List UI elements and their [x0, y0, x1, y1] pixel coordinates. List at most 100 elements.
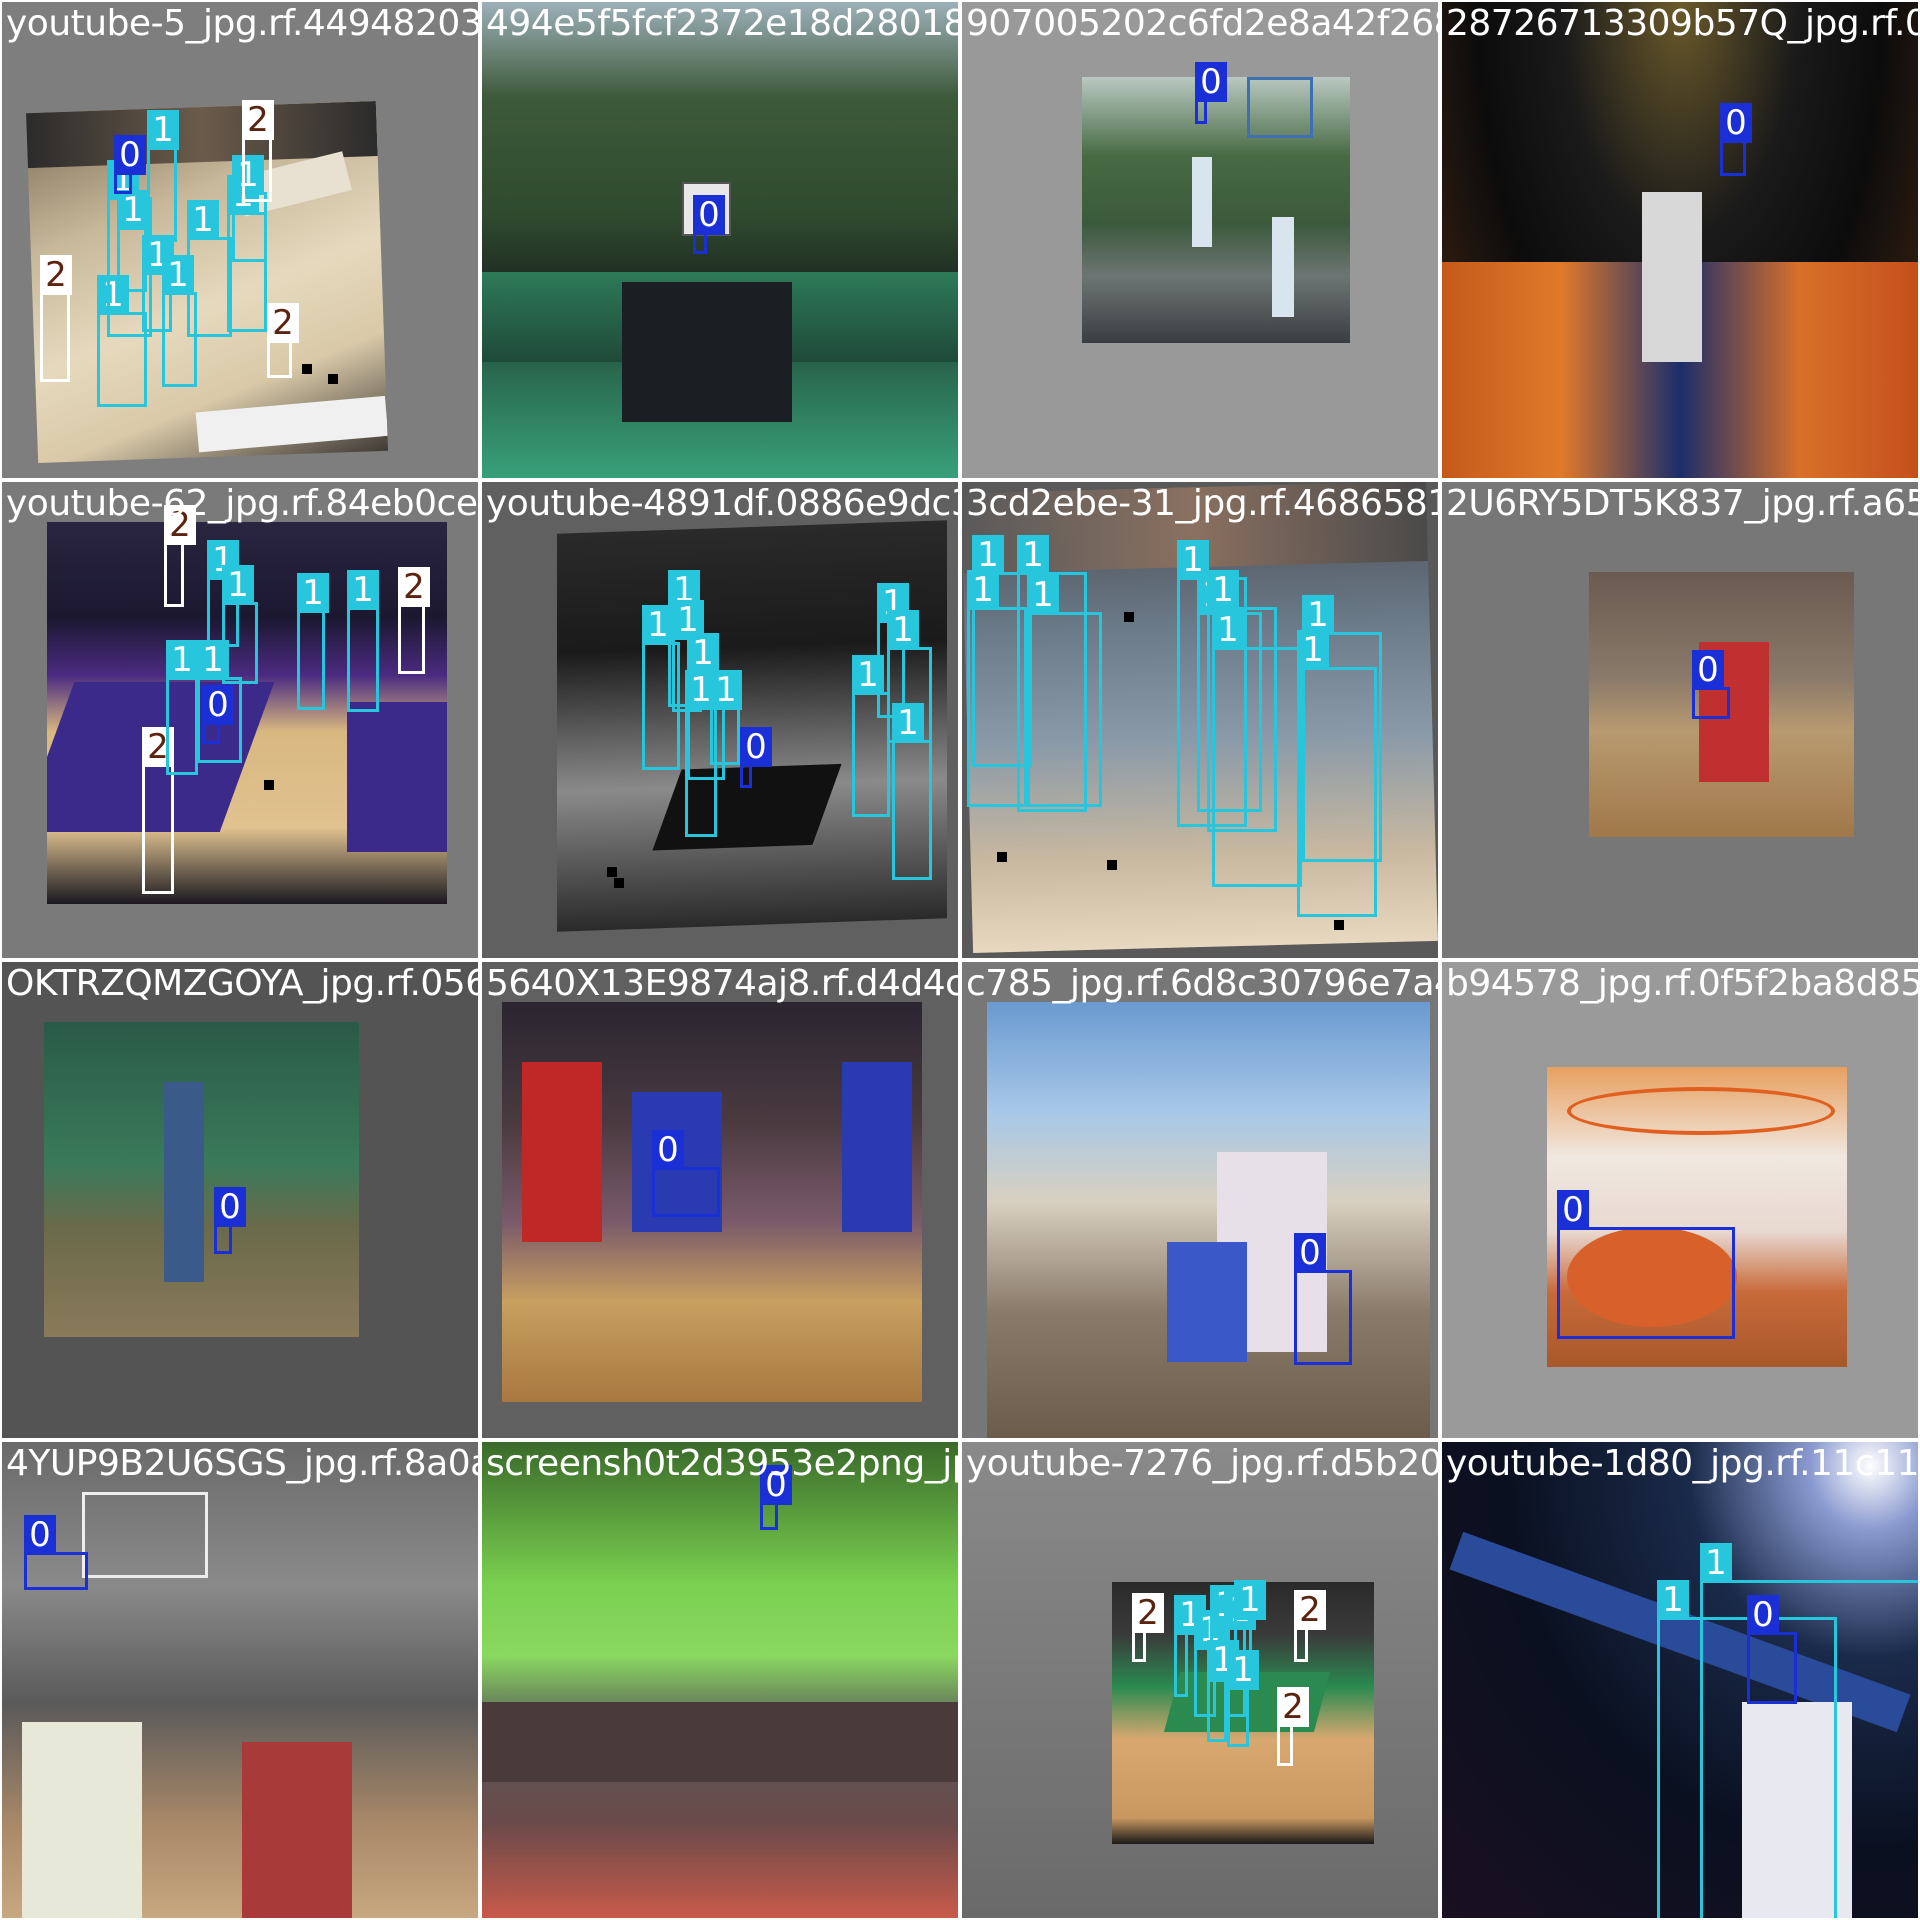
tile-photo — [44, 1022, 359, 1337]
detection-box-player: 1 — [147, 110, 179, 242]
class-label: 1 — [117, 190, 149, 230]
detection-box-ball: 0 — [1294, 1233, 1352, 1365]
tile-12: b94578_jpg.rf.0f5f2ba8d855eb 0 — [1440, 960, 1920, 1440]
detection-box-player: 1 — [162, 255, 197, 387]
detection-box-ball: 0 — [760, 1465, 792, 1530]
class-label: 2 — [242, 100, 274, 140]
class-label: 0 — [1692, 650, 1724, 690]
tile-filename: 4YUP9B2U6SGS_jpg.rf.8a0ascreensh0t2d3953… — [6, 1443, 480, 1484]
tile-4: 28726713309b57Q_jpg.rf.035 0 — [1440, 0, 1920, 480]
detection-box-ball: 0 — [214, 1187, 246, 1254]
class-label: 0 — [1294, 1233, 1326, 1273]
detection-box-player: 1 — [297, 573, 329, 710]
class-label: 1 — [1234, 1580, 1266, 1620]
tile-14: screensh0t2d3953e2png_jpg.rf.7604b5e7276… — [480, 1440, 960, 1920]
detection-box-player: 1 — [1212, 610, 1302, 887]
detection-box-player: 1 — [852, 655, 890, 817]
tile-filename: screensh0t2d3953e2png_jpg.rf.7604b5e7276… — [486, 1443, 958, 1484]
detection-box-ball: 0 — [1692, 650, 1730, 719]
class-label: 1 — [892, 703, 924, 743]
tile-8: 2U6RY5DT5K837_jpg.rf.a657 0 — [1440, 480, 1920, 960]
tile-filename: youtube-62_jpg.rf.84eb0ceeeyoutube-4891d… — [6, 483, 478, 524]
detection-box-player: 1 — [892, 703, 932, 880]
detection-box-ball: 0 — [202, 685, 234, 744]
detection-box-player: 1 — [232, 155, 267, 262]
detection-box-player: 1 — [1027, 575, 1102, 807]
detection-box-ball: 0 — [1720, 103, 1752, 176]
tile-photo — [987, 1002, 1430, 1438]
detection-box-referee: 2 — [242, 100, 274, 202]
detection-box-player: 1 — [1297, 630, 1377, 917]
tile-filename: 907005202c6fd2e8a42f2685cd8726713309b57Q — [966, 3, 1438, 44]
class-label: 1 — [887, 610, 919, 650]
detection-box-ball: 0 — [652, 1130, 720, 1217]
tile-10: 5640X13E9874aj8.rf.d4d4c785_jpg.rf.6d8c3… — [480, 960, 960, 1440]
detection-box-referee: 2 — [1277, 1687, 1309, 1766]
detection-box-ball: 0 — [24, 1515, 88, 1590]
tile-photo — [1082, 77, 1350, 343]
tile-filename: c785_jpg.rf.6d8c30796e7a4774b94578_jpg.r… — [966, 963, 1438, 1004]
detection-box-referee: 2 — [1132, 1593, 1164, 1662]
class-label: 0 — [1747, 1595, 1779, 1635]
detection-box-referee: 2 — [40, 255, 72, 382]
class-label: 1 — [1017, 535, 1049, 575]
detection-box-ball: 0 — [740, 727, 772, 788]
detection-box-referee: 2 — [398, 567, 430, 674]
tile-6: youtube-4891df.0886e9dc3cd2ebe-31_jpg.rf… — [480, 480, 960, 960]
tile-11: c785_jpg.rf.6d8c30796e7a4774b94578_jpg.r… — [960, 960, 1440, 1440]
detection-box-referee: 2 — [267, 303, 299, 378]
class-label: 1 — [1227, 1650, 1259, 1690]
detection-box-player: 1 — [1700, 1543, 1918, 1918]
tile-filename: youtube-1d80_jpg.rf.11c113b — [1446, 1443, 1920, 1484]
detection-box-referee: 2 — [1294, 1590, 1326, 1662]
detection-box-player: 1 — [347, 570, 379, 712]
class-label: 1 — [347, 570, 379, 610]
tile-filename: 3cd2ebe-31_jpg.rf.4686581a2U6RY5DT5K837 — [966, 483, 1438, 524]
detection-box-ball: 0 — [1747, 1595, 1797, 1704]
class-label: 1 — [1297, 630, 1329, 670]
class-label: 0 — [1557, 1190, 1589, 1230]
class-label: 2 — [267, 303, 299, 343]
tile-9: OKTRZQMZGOYA_jpg.rf.0565640X13E9874aj8.r… — [0, 960, 480, 1440]
class-label: 1 — [967, 570, 999, 610]
class-label: 1 — [687, 633, 719, 673]
class-label: 0 — [1720, 103, 1752, 143]
class-label: 1 — [1657, 1580, 1689, 1620]
class-label: 1 — [1700, 1543, 1732, 1583]
tile-filename: 2U6RY5DT5K837_jpg.rf.a657 — [1446, 483, 1920, 524]
detection-box-ball: 0 — [114, 135, 146, 194]
tile-filename: youtube-4891df.0886e9dc3cd2ebe-31_jpg.rf… — [486, 483, 960, 524]
tile-filename: 494e5f5fcf2372e18d280184907005202c6fd2e8… — [486, 3, 960, 44]
class-label: 1 — [297, 573, 329, 613]
class-label: 1 — [1027, 575, 1059, 615]
tile-filename: 28726713309b57Q_jpg.rf.035 — [1446, 3, 1920, 44]
detection-box-referee: 2 — [164, 505, 196, 607]
detection-box-ball: 0 — [1557, 1190, 1735, 1339]
class-label: 0 — [1195, 62, 1227, 102]
tile-photo — [482, 1442, 958, 1918]
detection-box-ball: 0 — [1195, 62, 1227, 124]
class-label: 1 — [222, 565, 254, 605]
class-label: 1 — [852, 655, 884, 695]
class-label: 0 — [214, 1187, 246, 1227]
class-label: 0 — [652, 1130, 684, 1170]
tile-7: 3cd2ebe-31_jpg.rf.4686581a2U6RY5DT5K837 … — [960, 480, 1440, 960]
class-label: 0 — [202, 685, 234, 725]
tile-1: youtube-5_jpg.rf.44948203bd494e5f5fcf237… — [0, 0, 480, 480]
class-label: 0 — [740, 727, 772, 767]
class-label: 2 — [1277, 1687, 1309, 1727]
detection-box-ball: 0 — [693, 195, 725, 254]
class-label: 0 — [24, 1515, 56, 1555]
tile-2: 494e5f5fcf2372e18d280184907005202c6fd2e8… — [480, 0, 960, 480]
tile-filename: OKTRZQMZGOYA_jpg.rf.0565640X13E9874aj8.r… — [6, 963, 480, 1004]
class-label: 1 — [197, 640, 229, 680]
tile-filename: youtube-7276_jpg.rf.d5b20ebyoutube-1d80_… — [966, 1443, 1440, 1484]
tile-photo — [2, 1442, 478, 1918]
class-label: 1 — [1207, 570, 1239, 610]
class-label: 0 — [114, 135, 146, 175]
detection-box-referee: 2 — [142, 727, 174, 894]
mosaic-grid: youtube-5_jpg.rf.44948203bd494e5f5fcf237… — [0, 0, 1920, 1920]
tile-photo — [1442, 2, 1918, 478]
detection-box-player: 1 — [710, 670, 742, 765]
class-label: 1 — [147, 110, 179, 150]
